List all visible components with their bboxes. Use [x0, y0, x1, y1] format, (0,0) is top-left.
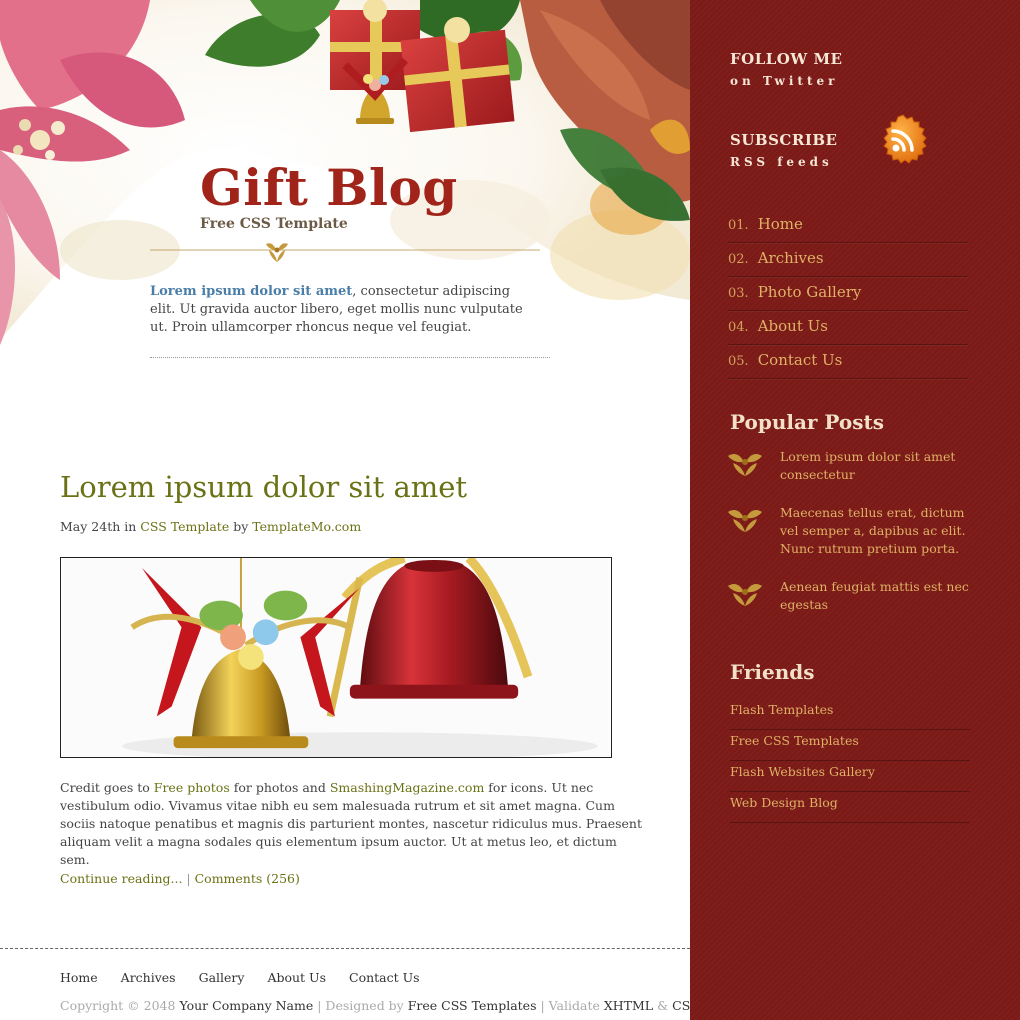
free-photos-link[interactable]: Free photos	[154, 780, 230, 795]
copyright-prefix: Copyright © 2048	[60, 998, 180, 1013]
post-body-mid: for photos and	[229, 780, 330, 795]
sidebar: FOLLOW ME on Twitter SUBSCRIBE RSS feeds…	[690, 0, 1020, 1020]
popular-post-link[interactable]: Aenean feugiat mattis est nec egestas	[780, 578, 980, 614]
copyright: Copyright © 2048 Your Company Name | Des…	[60, 998, 690, 1013]
post-author-link[interactable]: TemplateMo.com	[252, 519, 361, 534]
sidebar-nav-contact-us[interactable]: 05. Contact Us	[728, 346, 968, 376]
post-actions: Continue reading... | Comments (256)	[60, 871, 300, 886]
validate-css-link[interactable]: CSS	[672, 998, 690, 1013]
friend-link-flash-websites-gallery[interactable]: Flash Websites Gallery	[730, 762, 970, 782]
friends-item: Free CSS Templates	[730, 731, 970, 761]
post-meta-in: in	[120, 519, 141, 534]
sidebar-nav-photo-gallery[interactable]: 03. Photo Gallery	[728, 278, 968, 308]
sidebar-nav-item: 03. Photo Gallery	[728, 278, 968, 311]
footer-nav: Home Archives Gallery About Us Contact U…	[60, 970, 439, 985]
christmas-bells-image	[60, 557, 612, 758]
sidebar-nav-num: 01.	[728, 218, 749, 233]
post-date: May 24th	[60, 519, 121, 534]
friends-item: Flash Templates	[730, 700, 970, 730]
sidebar-nav-archives[interactable]: 02. Archives	[728, 244, 968, 274]
header-intro: Lorem ipsum dolor sit amet, consectetur …	[150, 283, 530, 337]
copyright-sep1: | Designed by	[313, 998, 408, 1013]
smashing-magazine-link[interactable]: SmashingMagazine.com	[330, 780, 484, 795]
site-title[interactable]: Gift Blog	[200, 158, 458, 218]
popular-post-link[interactable]: Maecenas tellus erat, dictum vel semper …	[780, 504, 980, 558]
holly-icon	[728, 454, 762, 476]
friends-title: Friends	[730, 660, 815, 684]
sidebar-nav-item: 05. Contact Us	[728, 346, 968, 379]
friend-link-free-css-templates[interactable]: Free CSS Templates	[730, 731, 970, 751]
footer-nav-home[interactable]: Home	[60, 970, 98, 985]
footer-nav-archives[interactable]: Archives	[121, 970, 176, 985]
friend-link-web-design-blog[interactable]: Web Design Blog	[730, 793, 970, 813]
designer-link[interactable]: Free CSS Templates	[408, 998, 537, 1013]
footer-nav-gallery[interactable]: Gallery	[199, 970, 245, 985]
intro-divider	[150, 357, 550, 358]
sidebar-nav-num: 02.	[728, 252, 749, 267]
copyright-amp: &	[653, 998, 673, 1013]
post-meta: May 24th in CSS Template by TemplateMo.c…	[60, 519, 361, 534]
sidebar-nav-num: 05.	[728, 354, 749, 369]
site-subtitle: Free CSS Template	[200, 216, 348, 232]
subscribe-subtitle: RSS feeds	[730, 155, 833, 169]
follow-me-link[interactable]: FOLLOW ME	[730, 50, 842, 68]
post-title[interactable]: Lorem ipsum dolor sit amet	[60, 470, 467, 504]
sidebar-nav-home[interactable]: 01. Home	[728, 210, 968, 240]
friends-item: Flash Websites Gallery	[730, 762, 970, 792]
continue-reading-link[interactable]: Continue reading...	[60, 871, 182, 886]
friends-list: Flash Templates Free CSS Templates Flash…	[730, 700, 970, 824]
sidebar-nav-label: About Us	[757, 317, 828, 335]
footer-nav-contact[interactable]: Contact Us	[349, 970, 420, 985]
sidebar-nav-num: 03.	[728, 286, 749, 301]
sidebar-nav-label: Photo Gallery	[757, 283, 862, 301]
popular-posts-title: Popular Posts	[730, 410, 885, 434]
sidebar-nav-about-us[interactable]: 04. About Us	[728, 312, 968, 342]
holly-icon	[728, 584, 762, 606]
validate-xhtml-link[interactable]: XHTML	[604, 998, 653, 1013]
copyright-sep2: | Validate	[536, 998, 604, 1013]
sidebar-nav-label: Archives	[757, 249, 824, 267]
company-link[interactable]: Your Company Name	[179, 998, 313, 1013]
holly-divider-icon	[150, 243, 540, 262]
sidebar-nav-num: 04.	[728, 320, 749, 335]
sidebar-nav-label: Contact Us	[757, 351, 843, 369]
friends-item: Web Design Blog	[730, 793, 970, 823]
rss-icon[interactable]	[876, 114, 930, 168]
sidebar-nav: 01. Home 02. Archives 03. Photo Gallery 04.…	[728, 210, 968, 380]
post-body-prefix: Credit goes to	[60, 780, 154, 795]
follow-me-subtitle: on Twitter	[730, 74, 839, 88]
content-column: Gift Blog Free CSS Template Lorem ipsum …	[0, 0, 690, 1020]
sidebar-nav-item: 04. About Us	[728, 312, 968, 345]
friend-link-flash-templates[interactable]: Flash Templates	[730, 700, 970, 720]
sidebar-nav-label: Home	[757, 215, 803, 233]
sidebar-nav-item: 01. Home	[728, 210, 968, 243]
sidebar-nav-item: 02. Archives	[728, 244, 968, 277]
post-meta-by: by	[229, 519, 253, 534]
post-actions-separator: |	[182, 871, 195, 886]
comments-link[interactable]: Comments (256)	[195, 871, 300, 886]
footer-divider	[0, 948, 690, 949]
footer-nav-about[interactable]: About Us	[267, 970, 326, 985]
holly-icon	[728, 510, 762, 532]
post-body: Credit goes to Free photos for photos an…	[60, 779, 645, 869]
intro-link[interactable]: Lorem ipsum dolor sit amet	[150, 284, 352, 299]
subscribe-link[interactable]: SUBSCRIBE	[730, 131, 837, 149]
post-category-link[interactable]: CSS Template	[140, 519, 229, 534]
popular-post-link[interactable]: Lorem ipsum dolor sit amet consectetur	[780, 448, 980, 484]
